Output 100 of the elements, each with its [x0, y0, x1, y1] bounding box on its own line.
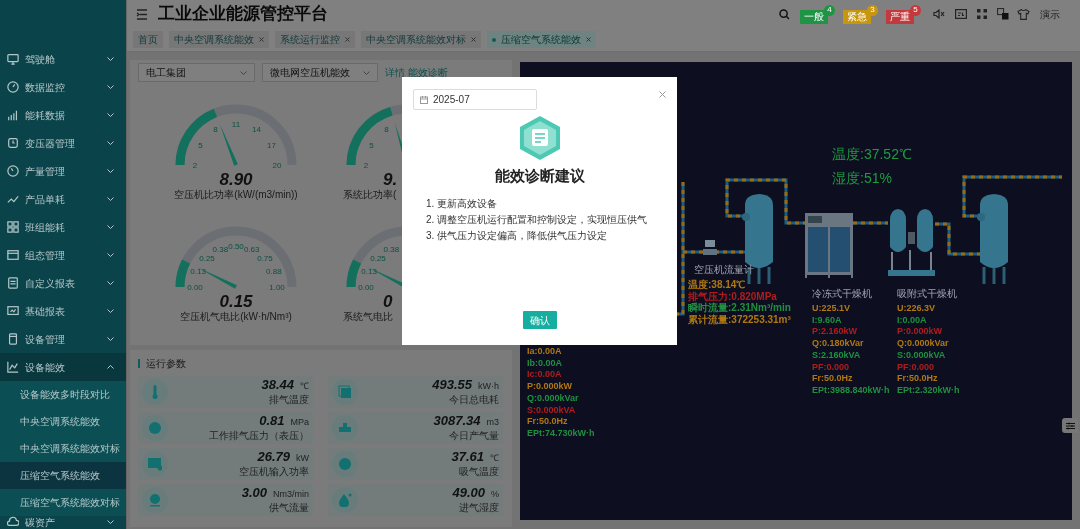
tick-label: 0.25: [370, 254, 386, 263]
gauge-label: 系统气电比: [342, 310, 393, 323]
param-unit: ℃: [300, 379, 309, 393]
param-value: 49.00: [452, 485, 485, 500]
sidebar-item[interactable]: 基础报表: [0, 297, 126, 325]
tick-label: 0.63: [243, 245, 260, 255]
param-unit: Nm3/min: [273, 487, 309, 501]
readout-text: P:0.000kW: [897, 326, 943, 339]
tick-label: 0.13: [361, 267, 377, 277]
tick-label: 0.13: [190, 267, 206, 277]
alarm-badge[interactable]: 一般: [800, 9, 828, 24]
settings-toggle-button[interactable]: [1062, 418, 1078, 433]
submenu-item[interactable]: 设备能效多时段对比: [0, 381, 126, 408]
readout-text: EPt:74.730kW·h: [527, 427, 595, 440]
readout-text: PF:0.000: [897, 361, 935, 374]
param-value: 3.00: [241, 485, 267, 500]
document-hexagon-icon: [517, 115, 562, 161]
gauge-value: 9.: [382, 171, 398, 188]
tick-label: 0.88: [266, 267, 282, 277]
param-value: 493.55: [432, 377, 472, 392]
sidebar-item[interactable]: 产品单耗: [0, 185, 126, 213]
param-unit: %: [491, 487, 499, 501]
readout-text: EPt:2.320kW·h: [897, 384, 960, 397]
shirt-icon[interactable]: [1017, 8, 1030, 20]
suggestion-text: 3. 供气压力设定偏高，降低供气压力设定: [426, 228, 609, 242]
date-field[interactable]: 2025-07: [413, 89, 537, 110]
submenu-item[interactable]: 压缩空气系统能效: [0, 462, 126, 489]
sidebar-item[interactable]: 能耗数据: [0, 101, 126, 129]
tick-label: 0.00: [358, 283, 374, 292]
tick-label: 8: [384, 125, 389, 135]
tick-label: 5: [369, 140, 374, 150]
readout-text: Ia:0.00A: [527, 346, 562, 358]
sidebar-item[interactable]: 驾驶舱: [0, 45, 126, 73]
adsorption-dryer: [888, 209, 935, 276]
scheme-select[interactable]: 微电网空压机能效: [262, 63, 378, 82]
param-value: 26.79: [257, 449, 290, 464]
close-icon[interactable]: [345, 37, 350, 42]
sidebar-item[interactable]: 班组能耗: [0, 213, 126, 241]
submenu-item[interactable]: 压缩空气系统能效对标: [0, 489, 126, 516]
chevron-down-icon: [107, 169, 114, 173]
sidebar-item[interactable]: 变压器管理: [0, 129, 126, 157]
readout-text: I:0.00A: [897, 314, 927, 327]
fullscreen-icon[interactable]: [977, 9, 987, 19]
sidebar-item[interactable]: 设备管理: [0, 325, 126, 353]
screen-icon[interactable]: [955, 9, 967, 19]
tab[interactable]: 压缩空气系统能效: [487, 31, 596, 48]
section-title: 运行参数: [146, 356, 186, 371]
readout-text: Fr:50.0Hz: [812, 373, 853, 385]
param-unit: ℃: [490, 451, 499, 465]
company-select[interactable]: 电工集团: [138, 63, 255, 82]
param-value: 38.44: [261, 377, 294, 392]
readout-text: Fr:50.0Hz: [897, 373, 938, 385]
suggestion-text: 2. 调整空压机运行配置和控制设定，实现恒压供气: [426, 212, 649, 226]
window-icon: [7, 249, 19, 261]
gauge-label: 空压机比功率(kW/(m3/min)): [174, 188, 298, 201]
sidebar-item[interactable]: 数据监控: [0, 73, 126, 101]
sidebar-item[interactable]: 产量管理: [0, 157, 126, 185]
close-icon[interactable]: [259, 37, 264, 42]
menu-fold-icon[interactable]: [136, 8, 148, 20]
refrigerated-dryer: [805, 213, 853, 279]
chevron-down-icon: [107, 57, 114, 61]
dialog-title: 能效诊断建议: [493, 166, 586, 186]
submenu-item[interactable]: 中央空调系统能效对标: [0, 435, 126, 462]
sidebar-item[interactable]: 组态管理: [0, 241, 126, 269]
readout-text: Q:0.000kVar: [897, 338, 949, 350]
param-label: 空压机输入功率: [239, 465, 309, 479]
search-icon[interactable]: [779, 8, 790, 20]
sidebar-item[interactable]: 设备能效: [0, 353, 126, 381]
close-icon[interactable]: [586, 37, 591, 42]
chevron-down-icon: [107, 309, 114, 313]
param-value: 37.61: [451, 449, 484, 464]
line-chart-icon: [7, 361, 19, 373]
readout-text: U:226.3V: [897, 303, 936, 315]
alarm-badge[interactable]: 严重: [886, 9, 914, 24]
param-label: 供气流量: [269, 501, 309, 515]
mute-icon[interactable]: [933, 9, 945, 19]
readout-text: U:225.1V: [812, 303, 851, 315]
submenu-item[interactable]: 中央空调系统能效: [0, 408, 126, 435]
chevron-down-icon: [363, 70, 370, 75]
user-name[interactable]: 演示: [1040, 6, 1060, 22]
translate-icon[interactable]: [997, 8, 1009, 20]
bar-chart-icon: [7, 109, 19, 121]
sidebar-item[interactable]: 自定义报表: [0, 269, 126, 297]
close-icon[interactable]: [471, 37, 476, 42]
chevron-down-icon: [107, 520, 114, 524]
chevron-down-icon: [107, 281, 114, 285]
readout-text: PF:0.000: [812, 361, 850, 374]
close-icon[interactable]: [659, 91, 666, 98]
sidebar-item[interactable]: 碳资产: [0, 516, 126, 529]
gauge-fill: [175, 108, 218, 166]
chevron-down-icon: [107, 141, 114, 145]
chevron-down-icon: [107, 113, 114, 117]
pipe: [935, 222, 982, 256]
chevron-down-icon: [107, 85, 114, 89]
valve-icon: [338, 421, 352, 435]
equipment-label: 冷冻式干燥机: [812, 288, 872, 300]
tick-label: 8: [213, 125, 218, 135]
readout-text: S:0.000kVA: [897, 349, 946, 362]
device-icon: [7, 333, 19, 345]
title-accent-bar: [138, 358, 140, 368]
